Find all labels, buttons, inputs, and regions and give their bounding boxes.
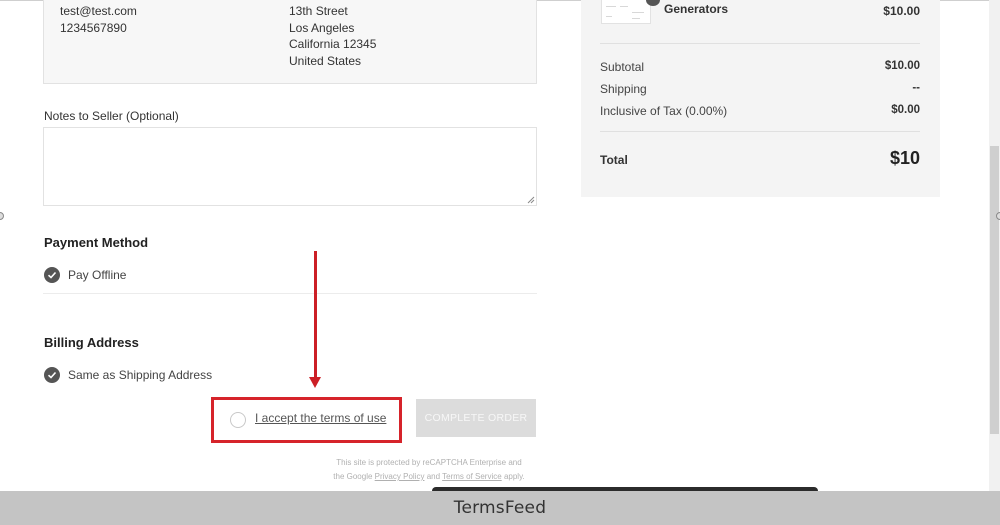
check-circle-icon	[44, 367, 60, 383]
annotation-arrow-shaft	[314, 251, 317, 379]
privacy-policy-link[interactable]: Privacy Policy	[375, 472, 425, 481]
contact-phone: 1234567890	[60, 20, 127, 35]
address-country: United States	[289, 53, 362, 68]
shipping-label: Shipping	[600, 82, 647, 96]
billing-address-title: Billing Address	[44, 335, 139, 350]
footer-brand-bar: TermsFeed	[0, 491, 1000, 525]
accept-terms-radio[interactable]	[230, 412, 246, 428]
contact-email: test@test.com	[60, 4, 137, 18]
notes-to-seller-textarea[interactable]	[43, 127, 537, 206]
pay-offline-option[interactable]: Pay Offline	[44, 267, 126, 283]
check-circle-icon	[44, 267, 60, 283]
shipping-value: --	[912, 82, 920, 94]
notes-label: Notes to Seller (Optional)	[44, 109, 179, 123]
summary-divider	[600, 43, 920, 44]
recaptcha-line1: This site is protected by reCAPTCHA Ente…	[336, 458, 522, 467]
recaptcha-notice: This site is protected by reCAPTCHA Ente…	[300, 456, 558, 484]
left-edge-handle	[0, 212, 4, 220]
address-city: Los Angeles	[289, 20, 355, 35]
recaptcha-and: and	[426, 472, 441, 481]
total-value: $10	[889, 148, 920, 168]
section-divider	[43, 293, 537, 294]
tax-value: $0.00	[891, 104, 920, 116]
recaptcha-line2: the Google Privacy Policy and Terms of S…	[300, 470, 558, 484]
same-as-shipping-option[interactable]: Same as Shipping Address	[44, 367, 212, 383]
complete-order-button[interactable]: COMPLETE ORDER	[416, 399, 536, 437]
right-edge-handle	[996, 212, 1000, 220]
pay-offline-label: Pay Offline	[68, 268, 127, 282]
contact-info: test@test.com 1234567890	[60, 3, 137, 36]
product-thumbnail	[601, 0, 651, 24]
tax-label: Inclusive of Tax (0.00%)	[600, 104, 728, 118]
product-price: $10.00	[883, 4, 920, 18]
accept-terms-link[interactable]: I accept the terms of use	[255, 411, 386, 425]
address-street: 13th Street	[289, 4, 348, 18]
address-state-zip: California 12345	[289, 37, 377, 51]
product-name: Generators	[664, 2, 729, 16]
resize-grip-icon[interactable]	[527, 196, 535, 204]
terms-of-service-link[interactable]: Terms of Service	[442, 472, 502, 481]
recaptcha-prefix: the Google	[333, 472, 373, 481]
shipping-address-lines: 13th Street Los Angeles California 12345…	[289, 3, 376, 69]
scrollbar-thumb[interactable]	[990, 146, 999, 434]
payment-method-title: Payment Method	[44, 235, 149, 250]
subtotal-value: $10.00	[884, 60, 920, 72]
annotation-arrow-head	[309, 377, 321, 388]
same-as-shipping-label: Same as Shipping Address	[68, 368, 213, 382]
shipping-address-box: test@test.com 1234567890 13th Street Los…	[43, 0, 537, 84]
subtotal-label: Subtotal	[600, 60, 645, 74]
total-label: Total	[600, 153, 628, 167]
summary-divider	[600, 131, 920, 132]
footer-brand: TermsFeed	[453, 498, 547, 518]
recaptcha-suffix: apply.	[503, 472, 525, 481]
